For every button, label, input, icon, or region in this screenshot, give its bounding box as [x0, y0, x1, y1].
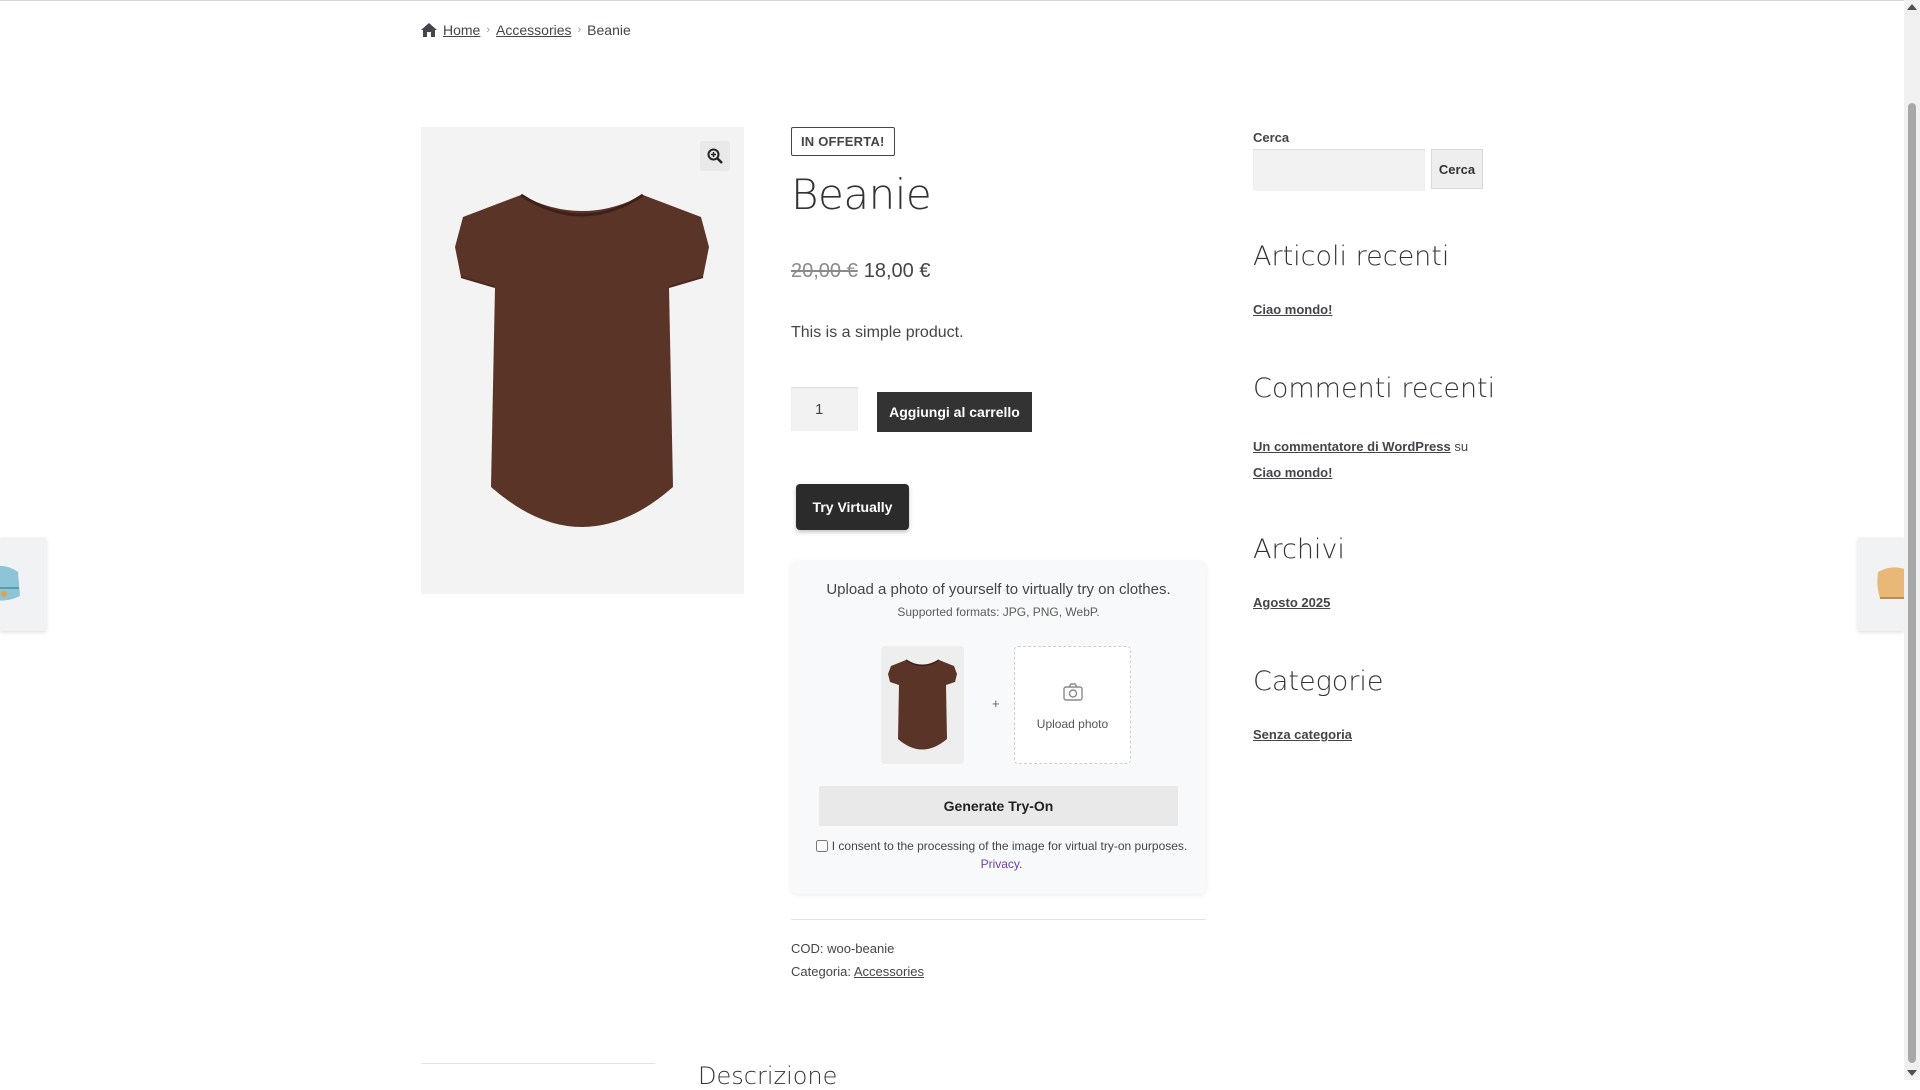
description-heading: Descrizione	[698, 1062, 838, 1090]
top-border	[0, 0, 1904, 1]
product-title: Beanie	[791, 170, 932, 219]
zoom-icon	[707, 148, 723, 164]
tryon-instructions: Upload a photo of yourself to virtually …	[826, 581, 1171, 598]
camera-icon	[1063, 683, 1083, 701]
archive-link[interactable]: Agosto 2025	[1253, 595, 1330, 610]
add-to-cart-button[interactable]: Aggiungi al carrello	[877, 392, 1032, 432]
recent-post-link[interactable]: Ciao mondo!	[1253, 302, 1332, 317]
category-link[interactable]: Accessories	[854, 964, 924, 979]
archives-title: Archivi	[1253, 534, 1345, 565]
recent-comment: Un commentatore di WordPress su Ciao mon…	[1253, 434, 1468, 486]
comment-author-link[interactable]: Un commentatore di WordPress	[1253, 439, 1451, 454]
scrollbar-thumb[interactable]	[1908, 103, 1916, 1063]
previous-product-tab[interactable]	[0, 538, 46, 631]
product-image	[455, 193, 709, 527]
consent-text: I consent to the processing of the image…	[831, 839, 1188, 853]
consent-row: I consent to the processing of the image…	[809, 837, 1194, 873]
generate-tryon-button[interactable]: Generate Try-On	[819, 786, 1178, 826]
scroll-up-arrow-icon[interactable]	[1907, 4, 1917, 10]
sku-label: COD:	[791, 941, 824, 956]
product-gallery[interactable]	[421, 127, 744, 594]
category-label: Categoria:	[791, 964, 851, 979]
next-product-thumbnail-icon	[1877, 567, 1904, 599]
tabs-divider	[421, 1063, 655, 1064]
home-icon	[421, 23, 437, 37]
upload-photo-button[interactable]: Upload photo	[1014, 646, 1131, 764]
breadcrumb-separator-icon: ›	[486, 24, 491, 36]
breadcrumb-current: Beanie	[587, 22, 631, 38]
try-virtually-button[interactable]: Try Virtually	[796, 484, 909, 530]
tshirt-thumbnail-image	[888, 659, 957, 750]
zoom-button[interactable]	[700, 141, 730, 171]
recent-comments-title: Commenti recenti	[1253, 373, 1496, 404]
categories-title: Categorie	[1253, 666, 1384, 697]
old-price: 20,00 €	[791, 260, 858, 282]
vertical-scrollbar[interactable]	[1904, 0, 1920, 1080]
divider	[791, 919, 1206, 920]
sku-value: woo-beanie	[827, 941, 895, 956]
sale-badge: IN OFFERTA!	[791, 127, 895, 156]
search-button[interactable]: Cerca	[1431, 149, 1483, 189]
consent-checkbox[interactable]	[815, 840, 828, 852]
breadcrumb-category-link[interactable]: Accessories	[496, 22, 571, 38]
tryon-formats: Supported formats: JPG, PNG, WebP.	[897, 605, 1100, 619]
garment-thumbnail	[881, 646, 964, 764]
privacy-period: .	[1019, 857, 1023, 871]
search-label: Cerca	[1253, 130, 1290, 145]
search-input[interactable]	[1253, 149, 1425, 191]
plus-sign: +	[992, 696, 1000, 711]
category-widget-link[interactable]: Senza categoria	[1253, 727, 1352, 742]
comment-post-link[interactable]: Ciao mondo!	[1253, 465, 1332, 480]
scroll-down-arrow-icon[interactable]	[1907, 1070, 1917, 1076]
short-description: This is a simple product.	[791, 324, 964, 341]
comment-on-text: su	[1454, 439, 1469, 454]
breadcrumb-home-link[interactable]: Home	[443, 22, 480, 38]
next-product-tab[interactable]	[1858, 538, 1904, 631]
product-meta: COD: woo-beanie Categoria: Accessories	[791, 937, 924, 983]
breadcrumb: Home › Accessories › Beanie	[421, 22, 631, 38]
privacy-link[interactable]: Privacy	[981, 857, 1019, 871]
previous-product-thumbnail-icon	[0, 565, 20, 601]
upload-photo-label: Upload photo	[1036, 717, 1109, 731]
sale-price: 18,00 €	[863, 260, 931, 282]
tryon-panel: Upload a photo of yourself to virtually …	[791, 561, 1206, 894]
quantity-input[interactable]	[791, 387, 858, 431]
recent-posts-title: Articoli recenti	[1253, 241, 1450, 272]
price: 20,00 €18,00 €	[791, 260, 930, 283]
breadcrumb-separator-icon: ›	[577, 24, 582, 36]
